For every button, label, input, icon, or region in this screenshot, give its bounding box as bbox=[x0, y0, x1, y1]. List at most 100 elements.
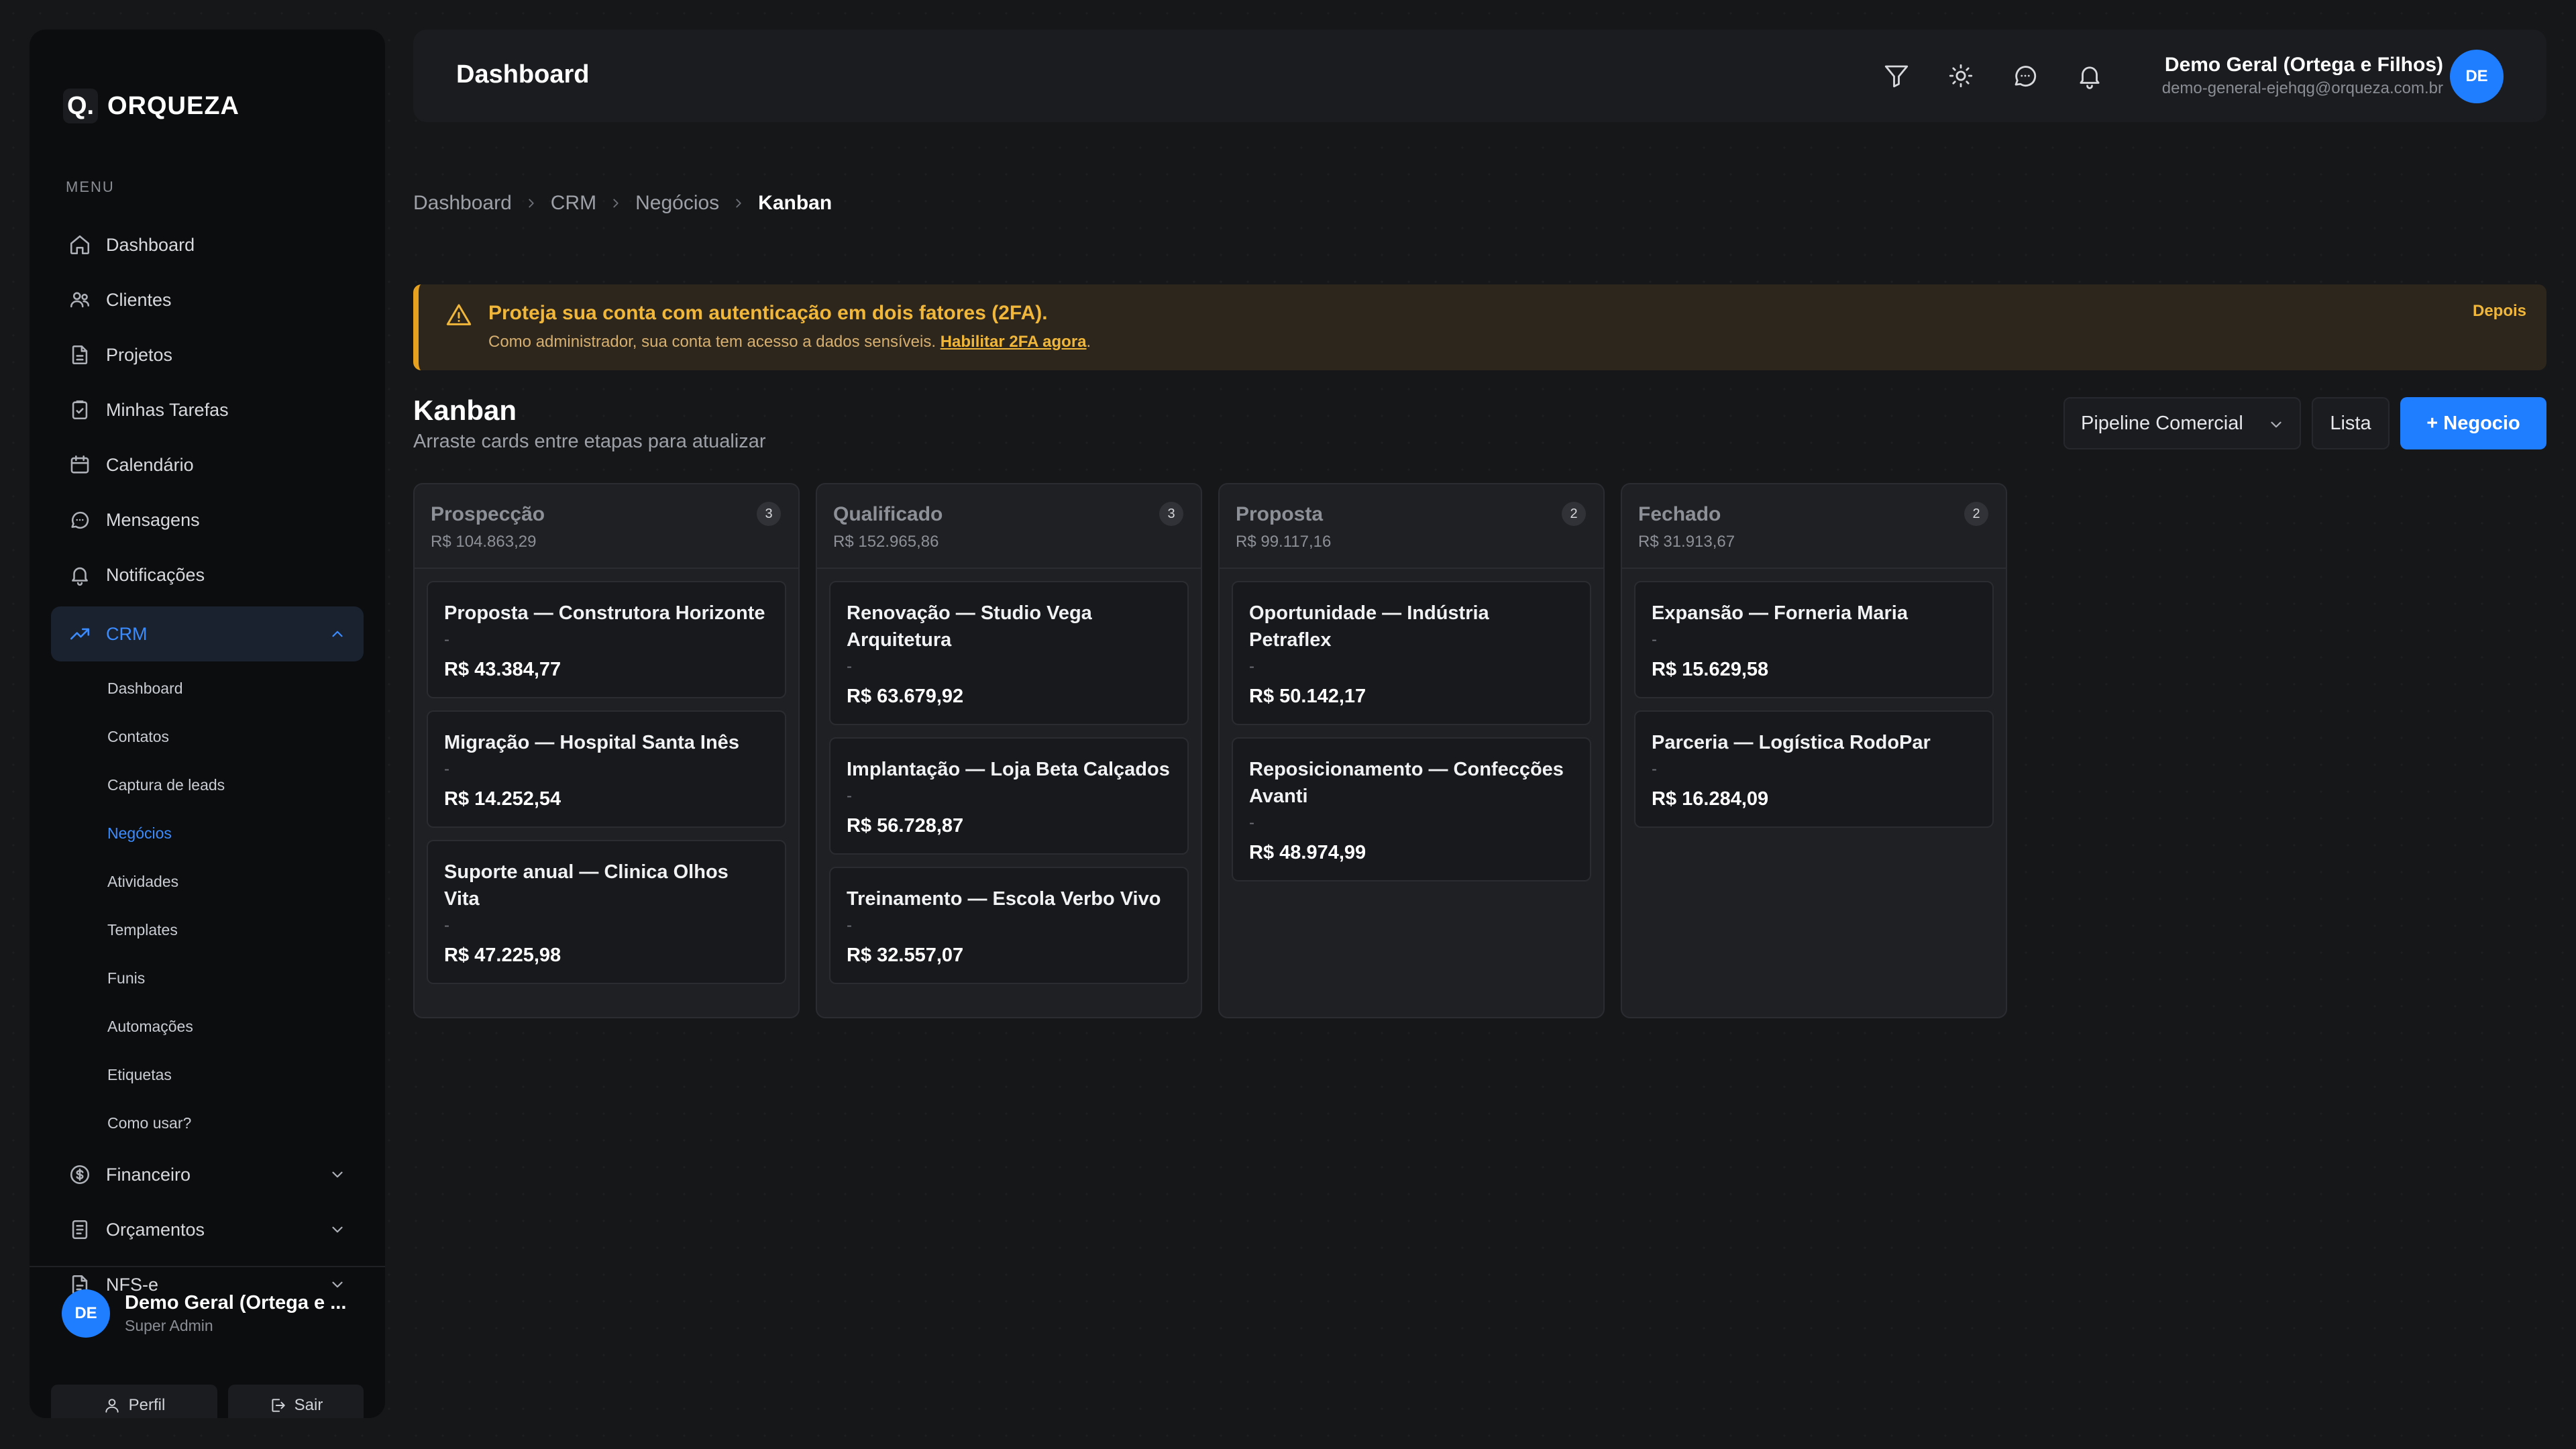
breadcrumb-item[interactable]: Negócios bbox=[635, 192, 719, 215]
users-icon bbox=[70, 292, 90, 308]
kanban-column-fechado: Fechado R$ 31.913,67 2 Expansão — Forner… bbox=[1621, 483, 2007, 1018]
clipboard-check-icon bbox=[72, 400, 88, 420]
deal-card[interactable]: Expansão — Forneria Maria - R$ 15.629,58 bbox=[1634, 581, 1994, 698]
list-view-button[interactable]: Lista bbox=[2312, 397, 2390, 449]
deal-card[interactable]: Reposicionamento — Confecções Avanti - R… bbox=[1232, 737, 1591, 881]
crm-sub-funis[interactable]: Funis bbox=[107, 954, 364, 1002]
sidebar-item-notificacoes[interactable]: Notificações bbox=[51, 547, 364, 602]
sidebar-item-orcamentos[interactable]: Orçamentos bbox=[51, 1202, 364, 1257]
crm-sub-templates[interactable]: Templates bbox=[107, 906, 364, 954]
alert-description-text: Como administrador, sua conta tem acesso… bbox=[488, 333, 936, 351]
column-total: R$ 152.965,86 bbox=[833, 533, 939, 551]
receipt-icon bbox=[72, 1220, 88, 1240]
logout-button-label: Sair bbox=[294, 1396, 323, 1414]
dismiss-button[interactable]: Depois bbox=[2473, 302, 2526, 321]
crm-sub-dashboard[interactable]: Dashboard bbox=[107, 664, 364, 712]
column-total: R$ 104.863,29 bbox=[431, 533, 537, 551]
deal-title: Migração — Hospital Santa Inês bbox=[444, 732, 739, 753]
deal-card[interactable]: Oportunidade — Indústria Petraflex - R$ … bbox=[1232, 581, 1591, 725]
chevron-right-icon bbox=[529, 199, 534, 208]
sidebar-item-label: Calendário bbox=[106, 454, 194, 475]
chevron-down-icon[interactable] bbox=[329, 1221, 346, 1238]
profile-button[interactable]: Perfil bbox=[51, 1385, 217, 1418]
sidebar-user-actions: Perfil Sair bbox=[51, 1385, 364, 1418]
sidebar-item-dashboard[interactable]: Dashboard bbox=[51, 217, 364, 272]
chevron-down-icon[interactable] bbox=[329, 1166, 346, 1183]
deal-card[interactable]: Suporte anual — Clinica Olhos Vita - R$ … bbox=[427, 840, 786, 984]
dollar-icon bbox=[70, 1165, 90, 1185]
user-name: Demo Geral (Ortega e ... bbox=[125, 1292, 347, 1313]
crm-sub-captura-de-leads[interactable]: Captura de leads bbox=[107, 761, 364, 809]
deal-value: R$ 16.284,09 bbox=[1652, 788, 1769, 810]
deal-card[interactable]: Migração — Hospital Santa Inês - R$ 14.2… bbox=[427, 710, 786, 828]
sidebar-item-projetos[interactable]: Projetos bbox=[51, 327, 364, 382]
logo[interactable]: Q. ORQUEZA bbox=[63, 89, 239, 123]
file-icon bbox=[72, 345, 88, 365]
deal-title: Suporte anual — Clinica Olhos Vita bbox=[444, 861, 729, 910]
breadcrumb-item[interactable]: Dashboard bbox=[413, 192, 512, 215]
message-icon[interactable] bbox=[2011, 62, 2039, 90]
sidebar-item-clientes[interactable]: Clientes bbox=[51, 272, 364, 327]
column-header: Fechado R$ 31.913,67 2 bbox=[1622, 484, 2006, 569]
crm-sub-atividades[interactable]: Atividades bbox=[107, 857, 364, 906]
pipeline-select[interactable]: Pipeline Comercial bbox=[2063, 397, 2301, 449]
message-icon bbox=[71, 511, 89, 529]
bell-icon[interactable] bbox=[2076, 62, 2104, 90]
chevron-down-icon bbox=[2271, 421, 2282, 428]
filter-icon[interactable] bbox=[1882, 62, 1911, 90]
sidebar: Q. ORQUEZA MENU Dashboard Clientes Proje… bbox=[30, 30, 385, 1418]
sidebar-item-label: Financeiro bbox=[106, 1164, 191, 1185]
sidebar-item-crm[interactable]: CRM bbox=[51, 606, 364, 661]
crm-sub-contatos[interactable]: Contatos bbox=[107, 712, 364, 761]
deal-card[interactable]: Treinamento — Escola Verbo Vivo - R$ 32.… bbox=[829, 867, 1189, 984]
column-total: R$ 99.117,16 bbox=[1236, 533, 1332, 551]
header-user[interactable]: Demo Geral (Ortega e Filhos) demo-genera… bbox=[2162, 54, 2443, 98]
column-header: Prospecção R$ 104.863,29 3 bbox=[415, 484, 798, 569]
column-count-badge: 3 bbox=[757, 502, 781, 526]
avatar: DE bbox=[62, 1289, 110, 1338]
card-list: Oportunidade — Indústria Petraflex - R$ … bbox=[1220, 569, 1603, 881]
breadcrumb: Dashboard CRM Negócios Kanban bbox=[413, 192, 832, 215]
deal-card[interactable]: Parceria — Logística RodoPar - R$ 16.284… bbox=[1634, 710, 1994, 828]
header-avatar[interactable]: DE bbox=[2450, 50, 2504, 103]
deal-card[interactable]: Renovação — Studio Vega Arquitetura - R$… bbox=[829, 581, 1189, 725]
sidebar-item-label: Orçamentos bbox=[106, 1219, 205, 1240]
logout-icon bbox=[272, 1399, 285, 1412]
crm-sub-como-usar[interactable]: Como usar? bbox=[107, 1099, 364, 1147]
deal-card[interactable]: Implantação — Loja Beta Calçados - R$ 56… bbox=[829, 737, 1189, 855]
logout-button[interactable]: Sair bbox=[228, 1385, 364, 1418]
crm-sub-negocios[interactable]: Negócios bbox=[107, 809, 364, 857]
column-header: Qualificado R$ 152.965,86 3 bbox=[817, 484, 1201, 569]
card-list: Proposta — Construtora Horizonte - R$ 43… bbox=[415, 569, 798, 984]
deal-contact: - bbox=[1652, 631, 1657, 649]
deal-card[interactable]: Proposta — Construtora Horizonte - R$ 43… bbox=[427, 581, 786, 698]
deal-contact: - bbox=[847, 657, 852, 676]
sun-icon[interactable] bbox=[1947, 62, 1975, 90]
deal-contact: - bbox=[1249, 657, 1254, 676]
sidebar-item-mensagens[interactable]: Mensagens bbox=[51, 492, 364, 547]
pipeline-select-value: Pipeline Comercial bbox=[2081, 412, 2243, 434]
column-name: Prospecção bbox=[431, 503, 545, 525]
sidebar-item-calendario[interactable]: Calendário bbox=[51, 437, 364, 492]
column-total: R$ 31.913,67 bbox=[1638, 533, 1735, 551]
deal-value: R$ 43.384,77 bbox=[444, 659, 561, 680]
deal-contact: - bbox=[444, 760, 449, 778]
enable-2fa-link[interactable]: Habilitar 2FA agora bbox=[941, 333, 1087, 351]
deal-contact: - bbox=[444, 631, 449, 649]
sidebar-item-minhas-tarefas[interactable]: Minhas Tarefas bbox=[51, 382, 364, 437]
calendar-icon bbox=[70, 455, 89, 474]
chevron-up-icon[interactable] bbox=[329, 625, 346, 643]
column-count-badge: 2 bbox=[1562, 502, 1586, 526]
page-title: Kanban bbox=[413, 394, 517, 426]
deal-value: R$ 47.225,98 bbox=[444, 945, 561, 966]
crm-sub-etiquetas[interactable]: Etiquetas bbox=[107, 1051, 364, 1099]
column-header: Proposta R$ 99.117,16 2 bbox=[1220, 484, 1603, 569]
crm-sub-automacoes[interactable]: Automações bbox=[107, 1002, 364, 1051]
breadcrumb-item[interactable]: CRM bbox=[551, 192, 596, 215]
alert-title: Proteja sua conta com autenticação em do… bbox=[488, 302, 1048, 324]
new-deal-button[interactable]: + Negocio bbox=[2400, 397, 2546, 449]
sidebar-item-financeiro[interactable]: Financeiro bbox=[51, 1147, 364, 1202]
sidebar-item-label: Clientes bbox=[106, 289, 172, 310]
sidebar-nav: Dashboard Clientes Projetos Minhas Taref… bbox=[51, 217, 364, 1312]
card-list: Expansão — Forneria Maria - R$ 15.629,58… bbox=[1622, 569, 2006, 828]
